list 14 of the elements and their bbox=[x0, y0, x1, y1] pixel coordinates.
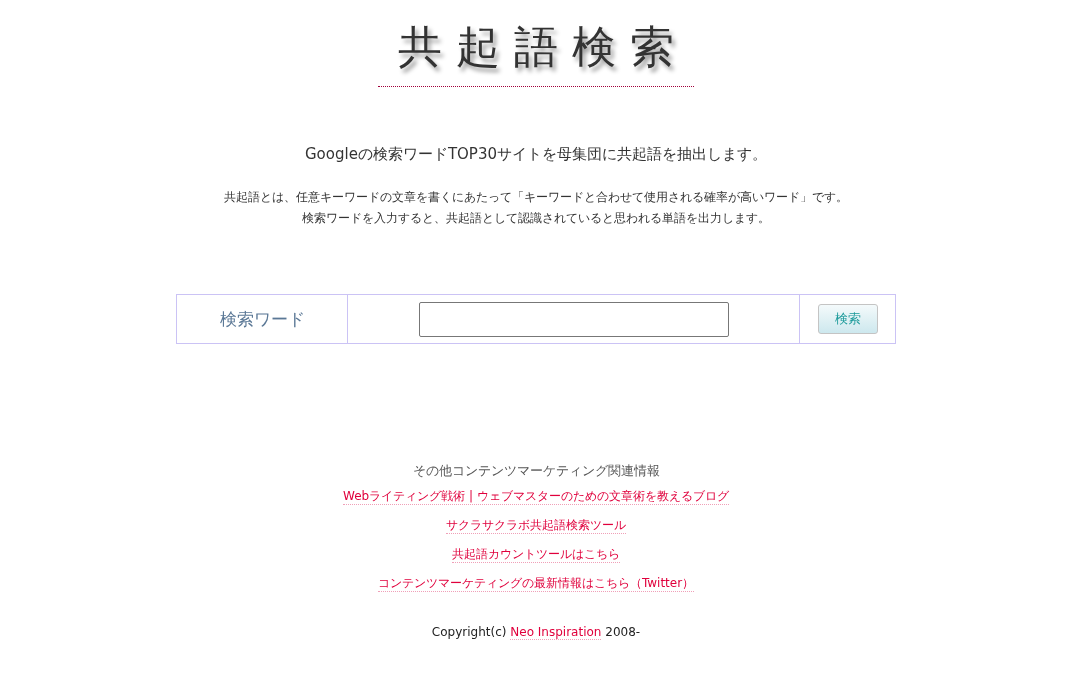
site-logo: 共起語検索 bbox=[397, 20, 689, 74]
footer-link[interactable]: サクラサクラボ共起語検索ツール bbox=[446, 517, 626, 534]
search-label: 検索ワード bbox=[219, 307, 305, 331]
footer-link[interactable]: Webライティング戦術 | ウェブマスターのための文章術を教えるブログ bbox=[343, 488, 729, 505]
description-text: 検索ワードを入力すると、共起語として認識されていると思われる単語を出力します。 bbox=[302, 210, 770, 227]
copyright-text: Copyright(c) Neo Inspiration 2008- bbox=[431, 624, 641, 640]
company-link[interactable]: Neo Inspiration bbox=[510, 625, 602, 640]
description-text: 共起語とは、任意キーワードの文章を書くにあたって「キーワードと合わせて使用される確率が高いワード」です。 bbox=[224, 189, 848, 206]
search-button[interactable]: 検索 bbox=[817, 304, 878, 334]
search-field[interactable] bbox=[418, 301, 729, 337]
headline: Googleの検索ワードTOP30サイトを母集団に共起語を抽出します。 bbox=[305, 144, 767, 164]
footer-link[interactable]: コンテンツマーケティングの最新情報はこちら（Twitter） bbox=[377, 575, 695, 592]
footer-heading: その他コンテンツマーケティング関連情報 bbox=[412, 462, 660, 480]
footer-link[interactable]: 共起語カウントツールはこちら bbox=[452, 546, 620, 563]
